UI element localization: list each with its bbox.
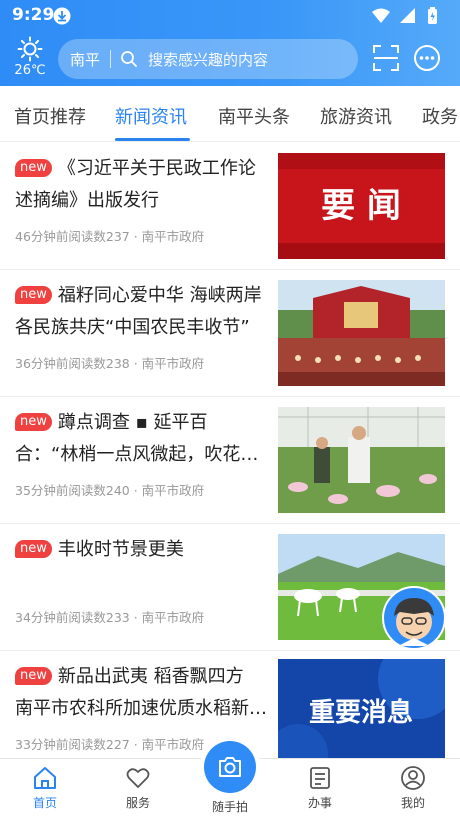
- news-item[interactable]: new 福籽同心爱中华 海峡两岸各民族共庆“中国农民丰收节” 36分钟前阅读数23…: [0, 270, 460, 397]
- nav-services[interactable]: 服务: [103, 765, 173, 811]
- city-selector[interactable]: 南平: [70, 49, 100, 70]
- new-badge: new: [15, 667, 52, 685]
- news-title: new新品出武夷 稻香飘四方 南平市农科所加速优质水稻新品种推广: [15, 666, 267, 719]
- news-title: new 丰收时节景更美: [15, 534, 267, 566]
- user-icon: [401, 766, 425, 790]
- download-icon: [53, 7, 71, 25]
- nav-profile[interactable]: 我的: [378, 765, 448, 811]
- new-badge: new: [15, 540, 52, 558]
- scan-icon[interactable]: [372, 44, 400, 72]
- active-tab-indicator: [115, 138, 190, 141]
- nav-home[interactable]: 首页: [10, 765, 80, 811]
- news-title: new 《习近平关于民政工作论述摘编》出版发行: [15, 158, 256, 211]
- news-meta: 35分钟前阅读数240 · 南平市政府: [15, 483, 205, 498]
- camera-icon: [219, 757, 241, 777]
- new-badge: new: [15, 413, 52, 431]
- nav-home-label: 首页: [32, 796, 57, 810]
- news-meta: 46分钟前阅读数237 · 南平市政府: [15, 229, 205, 244]
- tab-news[interactable]: 新闻资讯: [115, 103, 187, 129]
- nav-services-label: 服务: [125, 796, 150, 810]
- news-meta: 33分钟前阅读数227 · 南平市政府: [15, 737, 205, 752]
- new-badge: new: [15, 286, 52, 304]
- tab-home-recommend[interactable]: 首页推荐: [14, 103, 86, 129]
- status-bar: 9:29: [0, 0, 460, 32]
- system-status-icons: [372, 7, 437, 24]
- search-icon: [121, 51, 137, 67]
- news-title: new蹲点调查 ▪ 延平百合：“林梢一点风微起，吹花送香过墙来”: [15, 412, 259, 465]
- nav-snap-label: 随手拍: [211, 800, 248, 814]
- weather-widget[interactable]: 26℃: [8, 36, 52, 82]
- sun-icon: [17, 36, 43, 62]
- new-badge: new: [15, 159, 52, 177]
- search-bar[interactable]: 南平 搜索感兴趣的内容: [58, 39, 358, 79]
- news-meta: 34分钟前阅读数233 · 南平市政府: [15, 610, 205, 625]
- news-item[interactable]: new 《习近平关于民政工作论述摘编》出版发行 46分钟前阅读数237 · 南平市…: [0, 143, 460, 270]
- tab-travel-news[interactable]: 旅游资讯: [320, 103, 392, 129]
- nav-affairs[interactable]: 办事: [285, 765, 355, 811]
- tab-nanping-headlines[interactable]: 南平头条: [218, 103, 290, 129]
- document-icon: [310, 767, 330, 789]
- news-thumbnail: [278, 407, 445, 513]
- assistant-avatar[interactable]: [382, 586, 446, 650]
- app-header: 9:29 26℃ 南平 搜索感兴趣的内容: [0, 0, 460, 86]
- news-thumbnail: 要 闻: [278, 153, 445, 259]
- category-tabs: 首页推荐 新闻资讯 南平头条 旅游资讯 政务: [0, 86, 460, 142]
- home-icon: [34, 767, 56, 789]
- snap-photo-button[interactable]: [204, 741, 256, 793]
- status-time: 9:29: [12, 5, 55, 25]
- tab-government[interactable]: 政务: [422, 103, 458, 129]
- temperature: 26℃: [14, 63, 46, 78]
- news-title: new 福籽同心爱中华 海峡两岸各民族共庆“中国农民丰收节”: [15, 285, 262, 338]
- news-thumbnail: 重要消息: [278, 659, 445, 765]
- message-icon[interactable]: [413, 44, 441, 72]
- search-divider: [110, 50, 111, 68]
- news-item[interactable]: new蹲点调查 ▪ 延平百合：“林梢一点风微起，吹花送香过墙来” 35分钟前阅读…: [0, 397, 460, 524]
- news-thumbnail: [278, 280, 445, 386]
- search-input[interactable]: 搜索感兴趣的内容: [148, 49, 268, 70]
- nav-profile-label: 我的: [400, 796, 425, 810]
- heart-icon: [126, 768, 150, 788]
- thumbnail-caption: 重要消息: [309, 697, 413, 728]
- nav-affairs-label: 办事: [307, 796, 332, 810]
- news-meta: 36分钟前阅读数238 · 南平市政府: [15, 356, 205, 371]
- thumbnail-caption: 要 闻: [321, 186, 401, 226]
